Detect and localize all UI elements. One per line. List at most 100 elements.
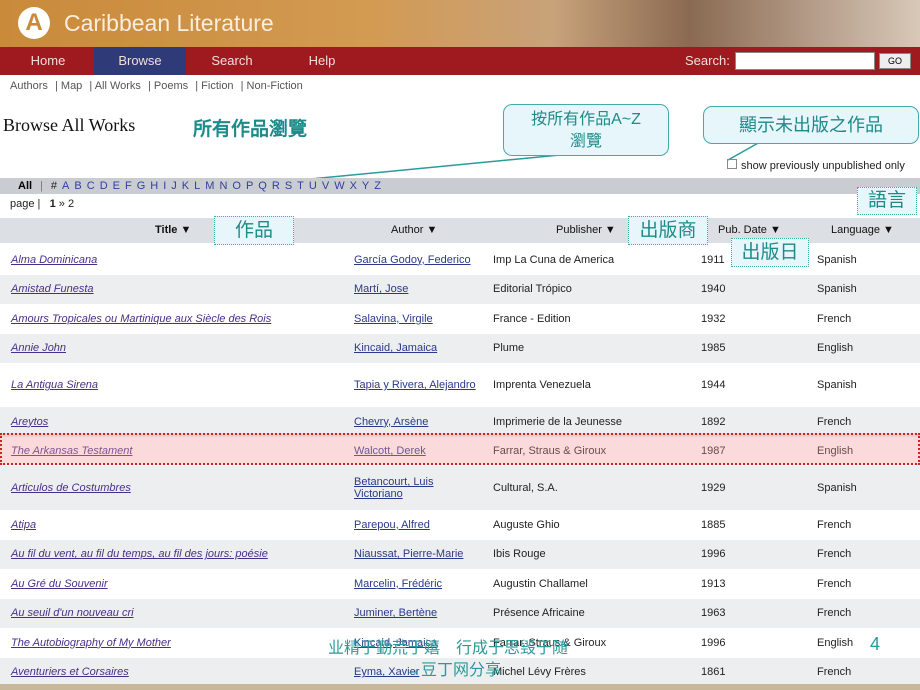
page-2[interactable]: 2 [68, 198, 74, 210]
alpha-letter[interactable]: X [350, 180, 357, 192]
alpha-letter[interactable]: Z [374, 180, 381, 192]
pub-date: 1929 [701, 482, 726, 494]
author-link[interactable]: Kincaid, Jamaica [354, 342, 484, 354]
pub-date: 1913 [701, 577, 726, 590]
alpha-letter[interactable]: J [171, 180, 177, 192]
unpublished-annotation: 顯示未出版之作品 [703, 106, 919, 144]
alpha-letter[interactable]: L [194, 180, 200, 192]
author-link[interactable]: Chevry, Arsène [354, 416, 484, 428]
pub-date: 1940 [701, 283, 726, 296]
pub-date: 1996 [701, 548, 726, 561]
alpha-letter[interactable]: D [100, 180, 108, 192]
publisher: Présence Africaine [493, 607, 585, 620]
alpha-letter[interactable]: K [182, 180, 189, 192]
az-annotation-line2: 瀏覽 [569, 133, 602, 150]
pub-date: 1892 [701, 415, 726, 428]
bottom-border [0, 684, 920, 690]
publisher: Imp La Cuna de America [493, 253, 615, 266]
alpha-letter[interactable]: C [87, 180, 95, 192]
work-title-link[interactable]: Au Gré du Souvenir [11, 578, 108, 590]
alpha-letter[interactable]: R [272, 180, 280, 192]
alpha-letter[interactable]: I [163, 180, 166, 192]
publisher: Plume [493, 342, 525, 355]
author-link[interactable]: Betancourt, Luis Victoriano [354, 476, 484, 500]
alpha-letter[interactable]: Q [258, 180, 267, 192]
table-row: Au Gré du Souvenir Marcelin, Frédéric Augu… [0, 569, 920, 599]
author-link[interactable]: Martí, Jose [354, 283, 484, 295]
unpublished-checkbox[interactable] [727, 159, 737, 169]
language: Spanish [817, 283, 857, 296]
alpha-letter[interactable]: T [297, 180, 304, 192]
alpha-letter[interactable]: S [285, 180, 292, 192]
language: Spanish [817, 379, 857, 391]
table-row: Au seuil d'un nouveau cri Juminer, Bertèn… [0, 598, 920, 628]
pub-date: 1963 [701, 607, 726, 620]
language: English [817, 342, 854, 355]
date-annotation: 出版日 [731, 238, 809, 267]
pub-date: 1911 [701, 253, 725, 266]
alpha-letter[interactable]: Y [362, 180, 369, 192]
alpha-letter[interactable]: # [51, 180, 57, 192]
alpha-letter[interactable]: P [246, 180, 253, 192]
alpha-letter[interactable]: G [137, 180, 146, 192]
work-title-link[interactable]: Annie John [11, 342, 66, 354]
language: Spanish [817, 253, 857, 266]
author-link[interactable]: Juminer, Bertène [354, 607, 484, 619]
work-title-link[interactable]: Amistad Funesta [11, 283, 94, 295]
alpha-letter[interactable]: M [205, 180, 214, 192]
work-title-link[interactable]: Au seuil d'un nouveau cri [11, 607, 134, 619]
pagination: page | 1 » 2 [10, 198, 75, 210]
language: French [817, 607, 852, 620]
publisher: Cultural, S.A. [493, 482, 558, 494]
alpha-letter[interactable]: O [232, 180, 241, 192]
table-row: La Antigua Sirena Tapia y Rivera, Alejand… [0, 363, 920, 407]
alpha-letter[interactable]: V [322, 180, 329, 192]
author-link[interactable]: Parepou, Alfred [354, 519, 484, 531]
work-title-link[interactable]: Au fil du vent, au fil du temps, au fil … [11, 548, 268, 560]
alpha-letter[interactable]: N [219, 180, 227, 192]
highlight-box [0, 433, 920, 465]
work-title-link[interactable]: The Autobiography of My Mother [11, 637, 171, 649]
table-row: Articulos de Costumbres Betancourt, Luis … [0, 466, 920, 510]
col-language[interactable]: Language ▼ [831, 218, 894, 243]
publisher: Imprenta Venezuela [493, 379, 591, 391]
work-title-link[interactable]: La Antigua Sirena [11, 379, 98, 391]
alpha-letter[interactable]: B [74, 180, 81, 192]
alpha-all[interactable]: All [18, 180, 32, 192]
work-title-link[interactable]: Alma Dominicana [11, 254, 97, 266]
unpublished-label: show previously unpublished only [741, 160, 905, 172]
pub-date: 1861 [701, 666, 726, 679]
work-title-link[interactable]: Aventuriers et Corsaires [11, 666, 129, 678]
author-link[interactable]: García Godoy, Federico [354, 254, 484, 266]
language: English [817, 636, 854, 649]
publisher: Editorial Trópico [493, 283, 572, 296]
work-title-link[interactable]: Articulos de Costumbres [11, 482, 131, 494]
language-annotation: 語言 [857, 187, 917, 215]
alpha-letter[interactable]: H [150, 180, 158, 192]
publisher: Auguste Ghio [493, 518, 560, 531]
language: French [817, 518, 852, 531]
work-title-link[interactable]: Atipa [11, 519, 36, 531]
next-page[interactable]: » [59, 198, 65, 210]
work-title-link[interactable]: Amours Tropicales ou Martinique aux Sièc… [11, 313, 271, 325]
table-row: Amistad Funesta Martí, Jose Editorial Tróp… [0, 274, 920, 304]
watermark-line1: 业精于勤荒于嬉 行成于思毁于随 [328, 640, 569, 657]
author-link[interactable]: Salavina, Virgile [354, 313, 484, 325]
title-annotation: 作品 [214, 216, 294, 245]
author-link[interactable]: Niaussat, Pierre-Marie [354, 548, 484, 560]
author-link[interactable]: Marcelin, Frédéric [354, 578, 484, 590]
author-link[interactable]: Tapia y Rivera, Alejandro [354, 379, 484, 391]
col-publisher[interactable]: Publisher ▼ [556, 218, 616, 243]
page-label: page [10, 198, 35, 210]
col-author[interactable]: Author ▼ [391, 218, 437, 243]
alpha-letter[interactable]: E [113, 180, 120, 192]
alpha-letter[interactable]: A [62, 180, 69, 192]
publisher: Augustin Challamel [493, 577, 588, 590]
work-title-link[interactable]: Areytos [11, 416, 48, 428]
language: French [817, 415, 852, 428]
col-title[interactable]: Title ▼ [155, 218, 191, 243]
alpha-letter[interactable]: U [309, 180, 317, 192]
language: French [817, 312, 852, 325]
alpha-letter[interactable]: W [334, 180, 344, 192]
alpha-letter[interactable]: F [125, 180, 132, 192]
